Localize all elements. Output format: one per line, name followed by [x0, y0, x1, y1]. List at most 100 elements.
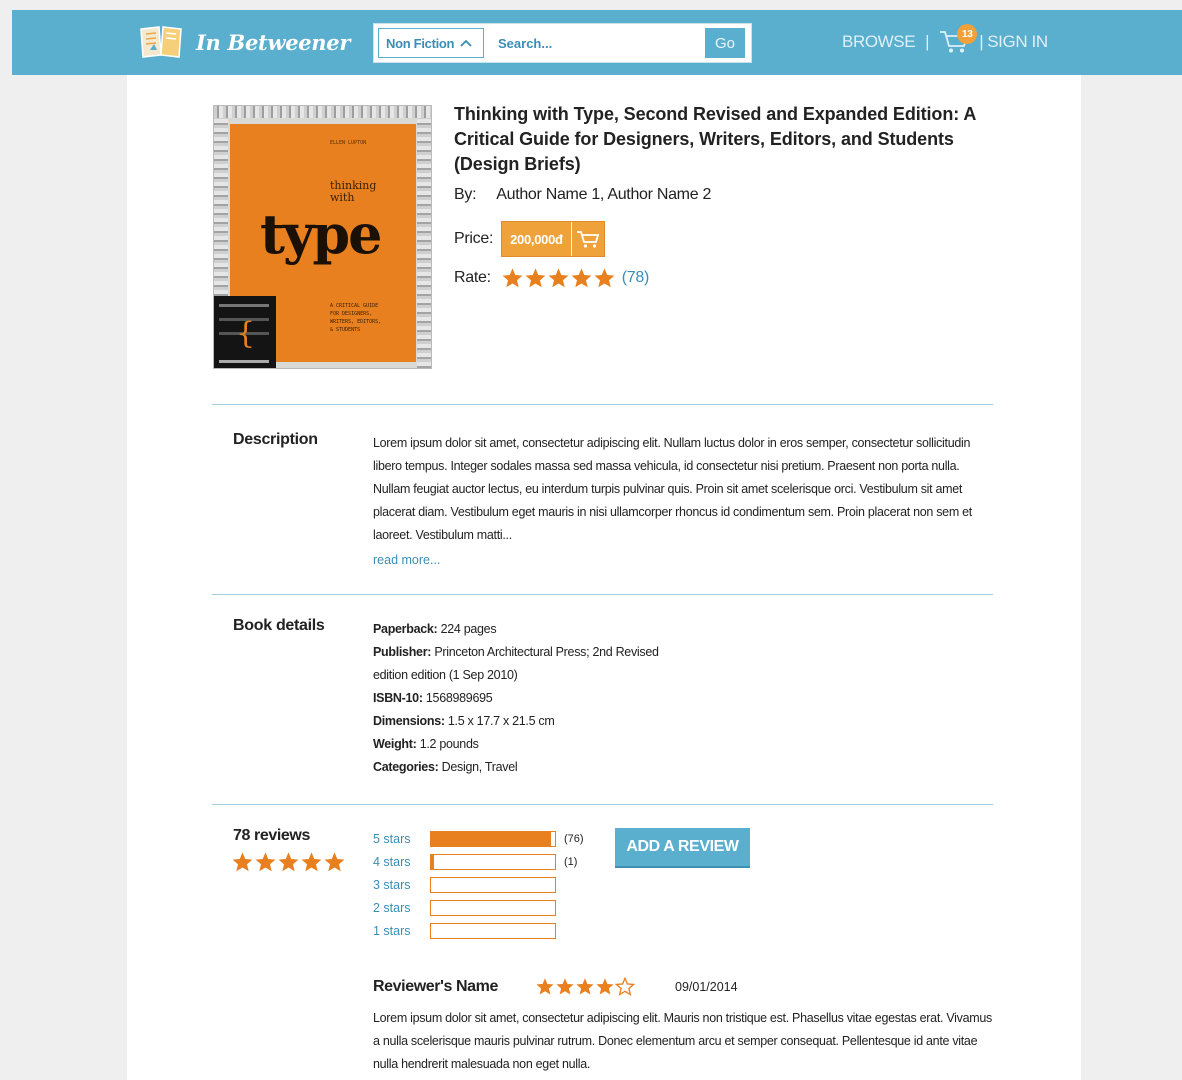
rating-filter-link[interactable]: 2 stars — [373, 901, 430, 915]
reviews-count: 78 reviews — [233, 827, 310, 844]
browse-link[interactable]: BROWSE — [842, 32, 916, 52]
detail-weight: Weight: 1.2 pounds — [373, 733, 693, 756]
book-cover-image: ELLEN LUPTON thinking with type A CRITIC… — [213, 105, 432, 369]
review-text: Lorem ipsum dolor sit amet, consectetur … — [373, 1011, 992, 1071]
detail-value: 1568989695 — [425, 691, 493, 705]
top-nav-bar: In Betweener Non Fiction Go BROWSE | 13 … — [12, 10, 1182, 75]
detail-value[interactable]: Design, Travel — [442, 760, 518, 774]
rating-stars — [501, 267, 616, 289]
section-divider — [212, 594, 993, 595]
star-filled-icon — [536, 978, 554, 995]
rating-bar-row: 3 stars — [373, 873, 584, 896]
star-filled-icon — [278, 852, 299, 872]
sign-in-link[interactable]: SIGN IN — [987, 32, 1048, 52]
detail-categories: Categories: Design, Travel — [373, 756, 693, 779]
rating-bar-track — [430, 876, 556, 893]
star-empty-icon — [615, 977, 635, 996]
star-filled-icon — [571, 268, 592, 288]
reviewer-name: Reviewer's Name — [373, 977, 498, 995]
rating-filter-link[interactable]: 5 stars — [373, 832, 430, 846]
cart-button[interactable]: 13 — [939, 24, 978, 56]
description-heading: Description — [233, 431, 318, 448]
book-details-list: Paperback: 224 pages Publisher: Princeto… — [373, 618, 693, 779]
rating-filter-link[interactable]: 1 stars — [373, 924, 430, 938]
rating-count-link[interactable]: (78) — [622, 269, 650, 287]
search-go-button[interactable]: Go — [705, 28, 745, 58]
product-page: ELLEN LUPTON thinking with type A CRITIC… — [127, 75, 1081, 1080]
brand-logo[interactable]: In Betweener — [138, 24, 350, 60]
cover-blurb: A CRITICAL GUIDE FOR DESIGNERS, WRITERS,… — [330, 303, 382, 333]
cover-bracket: { — [236, 316, 256, 351]
rating-bar-row: 1 stars — [373, 919, 584, 942]
rating-filter-link[interactable]: 4 stars — [373, 855, 430, 869]
category-select[interactable]: Non Fiction — [378, 28, 484, 58]
price-value: 200,000đ — [502, 222, 572, 256]
cover-pattern — [417, 118, 431, 368]
review-date: 09/01/2014 — [675, 979, 738, 994]
authors-row: By: Author Name 1, Author Name 2 — [454, 186, 711, 204]
add-review-button[interactable]: ADD A REVIEW — [615, 828, 750, 866]
star-filled-icon — [502, 268, 523, 288]
description-text: Lorem ipsum dolor sit amet, consectetur … — [373, 436, 972, 542]
add-to-cart-button[interactable]: 200,000đ — [501, 221, 605, 257]
detail-publisher: Publisher: Princeton Architectural Press… — [373, 641, 693, 687]
detail-key: ISBN-10: — [373, 691, 423, 705]
nav-separator: | — [925, 32, 930, 51]
detail-key: Paperback: — [373, 622, 438, 636]
star-filled-icon — [301, 852, 322, 872]
star-filled-icon — [525, 268, 546, 288]
rating-row: Rate: (78) — [454, 267, 649, 289]
cover-pattern — [214, 106, 431, 118]
review-header: Reviewer's Name 09/01/2014 — [373, 977, 738, 996]
detail-paperback: Paperback: 224 pages — [373, 618, 693, 641]
detail-key: Weight: — [373, 737, 417, 751]
cover-author: ELLEN LUPTON — [330, 140, 367, 146]
authors-value[interactable]: Author Name 1, Author Name 2 — [496, 186, 711, 204]
review-rating-stars — [535, 977, 675, 996]
cover-title: type — [260, 202, 382, 266]
brand-name: In Betweener — [196, 29, 351, 55]
rating-bar-fill — [431, 831, 552, 846]
chevron-up-icon — [460, 39, 472, 47]
cover-inset-lines — [219, 304, 269, 307]
rating-filter-link[interactable]: 3 stars — [373, 878, 430, 892]
rating-breakdown: 5 stars (76) 4 stars (1) 3 stars 2 stars 1 sta… — [373, 827, 584, 942]
read-more-link[interactable]: read more... — [373, 553, 440, 567]
open-book-icon — [140, 26, 182, 58]
category-select-value: Non Fiction — [386, 35, 455, 51]
star-filled-icon — [576, 978, 594, 995]
star-filled-icon — [594, 268, 615, 288]
rating-bar-track — [430, 922, 556, 939]
detail-key: Publisher: — [373, 645, 432, 659]
star-filled-icon — [232, 852, 253, 872]
detail-dimensions: Dimensions: 1.5 x 17.7 x 21.5 cm — [373, 710, 693, 733]
section-divider — [212, 404, 993, 405]
search-input[interactable] — [488, 28, 702, 58]
star-filled-icon — [556, 978, 574, 995]
section-divider — [212, 804, 993, 805]
book-details-heading: Book details — [233, 617, 325, 634]
search-bar: Non Fiction Go — [373, 23, 752, 63]
add-to-cart-icon — [572, 222, 604, 256]
price-row: Price: 200,000đ — [454, 221, 605, 257]
cover-subtitle: thinking with — [330, 180, 376, 204]
authors-label: By: — [454, 186, 477, 203]
rating-bar-row: 2 stars — [373, 896, 584, 919]
rating-bar-track — [430, 853, 556, 870]
rating-bar-track — [430, 899, 556, 916]
cart-count-badge: 13 — [957, 24, 978, 44]
nav-separator: | — [979, 32, 984, 51]
rating-bar-fill — [431, 854, 434, 869]
overall-rating-stars — [231, 851, 346, 873]
detail-value: 1.5 x 17.7 x 21.5 cm — [447, 714, 555, 728]
rating-bar-track — [430, 830, 556, 847]
cover-inset: { — [214, 296, 276, 368]
star-filled-icon — [548, 268, 569, 288]
header-nav: BROWSE | 13 | SIGN IN — [842, 24, 1048, 56]
star-filled-icon — [596, 978, 614, 995]
detail-value: 1.2 pounds — [419, 737, 479, 751]
rating-bar-row: 5 stars (76) — [373, 827, 584, 850]
rate-label: Rate: — [454, 269, 491, 286]
detail-key: Categories: — [373, 760, 439, 774]
star-filled-icon — [255, 852, 276, 872]
